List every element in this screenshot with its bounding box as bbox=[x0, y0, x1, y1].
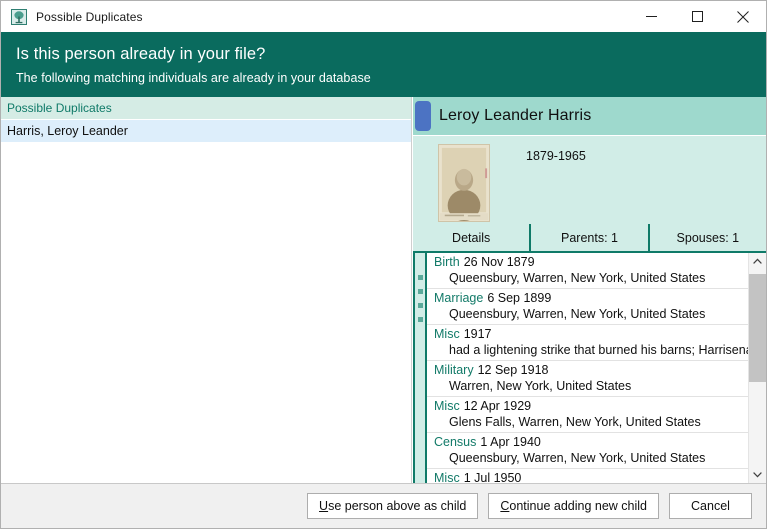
chevron-up-icon[interactable] bbox=[749, 253, 766, 270]
events-gutter bbox=[415, 253, 427, 483]
event-type: Misc bbox=[434, 327, 460, 341]
footer-actions: Use person above as child Continue addin… bbox=[1, 483, 766, 528]
scrollbar-track[interactable] bbox=[749, 270, 766, 466]
window-title: Possible Duplicates bbox=[36, 9, 143, 24]
button-label: Cancel bbox=[691, 499, 730, 513]
event-date: 1 Jul 1950 bbox=[463, 471, 522, 483]
accent-marker-icon bbox=[415, 101, 431, 131]
event-type: Census bbox=[434, 435, 477, 449]
portrait-photo bbox=[438, 144, 490, 222]
event-marker-icon bbox=[417, 303, 423, 308]
event-row[interactable]: Birth 26 Nov 1879 Queensbury, Warren, New… bbox=[427, 253, 748, 289]
banner-subtitle: The following matching individuals are a… bbox=[16, 70, 371, 85]
person-detail-pane: Leroy Leander Harris 1879-1965 Details P… bbox=[412, 97, 766, 483]
button-label: ontinue adding new child bbox=[509, 499, 647, 513]
event-place: Warren, New York, United States bbox=[449, 379, 632, 393]
duplicates-list-pane: Possible Duplicates Harris, Leroy Leande… bbox=[1, 97, 412, 483]
event-marker-icon bbox=[417, 317, 423, 322]
event-row[interactable]: Misc1 Jul 1950 Glens Falls, Warren, New … bbox=[427, 469, 748, 483]
continue-adding-new-child-button[interactable]: Continue adding new child bbox=[488, 493, 659, 519]
event-place: Glens Falls, Warren, New York, United St… bbox=[449, 415, 701, 429]
event-type: Misc bbox=[434, 471, 460, 483]
tab-details[interactable]: Details bbox=[413, 224, 532, 251]
scrollbar-thumb[interactable] bbox=[749, 274, 766, 382]
event-place: Queensbury, Warren, New York, United Sta… bbox=[449, 271, 706, 285]
event-row[interactable]: Marriage 6 Sep 1899 Queensbury, Warren, N… bbox=[427, 289, 748, 325]
duplicates-list[interactable]: Harris, Leroy Leander bbox=[1, 120, 411, 483]
event-marker-icon bbox=[417, 275, 423, 280]
person-summary: 1879-1965 bbox=[413, 136, 766, 224]
content-area: Possible Duplicates Harris, Leroy Leande… bbox=[1, 97, 766, 483]
event-place: Queensbury, Warren, New York, United Sta… bbox=[449, 451, 706, 465]
event-place: had a lightening strike that burned his … bbox=[449, 343, 748, 357]
event-marker-icon bbox=[417, 289, 423, 294]
close-button[interactable] bbox=[720, 1, 766, 32]
person-name-band: Leroy Leander Harris bbox=[413, 97, 766, 136]
banner-title: Is this person already in your file? bbox=[16, 44, 266, 63]
possible-duplicates-window: Possible Duplicates Is this person alrea… bbox=[0, 0, 767, 529]
use-person-above-as-child-button[interactable]: Use person above as child bbox=[307, 493, 479, 519]
page-title: Leroy Leander Harris bbox=[439, 107, 592, 124]
event-type: Birth bbox=[434, 255, 460, 269]
accel-key: C bbox=[500, 499, 510, 513]
event-row[interactable]: Misc 1917 had a lightening strike that bu… bbox=[427, 325, 748, 361]
maximize-button[interactable] bbox=[674, 1, 720, 32]
event-type: Misc bbox=[434, 399, 460, 413]
chevron-down-icon[interactable] bbox=[749, 466, 766, 483]
duplicates-list-header: Possible Duplicates bbox=[1, 97, 411, 120]
family-tree-icon bbox=[11, 8, 27, 25]
event-type: Marriage bbox=[434, 291, 484, 305]
event-type: Military bbox=[434, 363, 474, 377]
button-label: se person above as child bbox=[328, 499, 467, 513]
event-date: 12 Sep 1918 bbox=[477, 363, 549, 377]
event-date: 12 Apr 1929 bbox=[463, 399, 532, 413]
minimize-button[interactable] bbox=[628, 1, 674, 32]
tab-parents[interactable]: Parents: 1 bbox=[531, 224, 650, 251]
list-item[interactable]: Harris, Leroy Leander bbox=[1, 120, 411, 143]
banner: Is this person already in your file? The… bbox=[1, 32, 766, 97]
event-row[interactable]: Misc 12 Apr 1929 Glens Falls, Warren, New… bbox=[427, 397, 748, 433]
accel-key: U bbox=[319, 499, 329, 513]
events-list[interactable]: Birth 26 Nov 1879 Queensbury, Warren, New… bbox=[427, 253, 748, 483]
events-scrollbar[interactable] bbox=[748, 253, 766, 483]
list-item-label: Harris, Leroy Leander bbox=[7, 124, 128, 138]
event-place: Queensbury, Warren, New York, United Sta… bbox=[449, 307, 706, 321]
person-tabs: Details Parents: 1 Spouses: 1 bbox=[413, 224, 766, 253]
events-area: Birth 26 Nov 1879 Queensbury, Warren, New… bbox=[413, 253, 766, 483]
window-controls bbox=[628, 1, 766, 32]
event-date: 26 Nov 1879 bbox=[463, 255, 535, 269]
tab-spouses[interactable]: Spouses: 1 bbox=[650, 224, 766, 251]
title-bar: Possible Duplicates bbox=[1, 1, 766, 32]
event-date: 1 Apr 1940 bbox=[480, 435, 541, 449]
event-row[interactable]: Military 12 Sep 1918 Warren, New York, Un… bbox=[427, 361, 748, 397]
event-date: 6 Sep 1899 bbox=[487, 291, 552, 305]
event-row[interactable]: Census 1 Apr 1940 Queensbury, Warren, New… bbox=[427, 433, 748, 469]
person-lifespan: 1879-1965 bbox=[526, 149, 586, 163]
event-date: 1917 bbox=[463, 327, 492, 341]
cancel-button[interactable]: Cancel bbox=[669, 493, 752, 519]
